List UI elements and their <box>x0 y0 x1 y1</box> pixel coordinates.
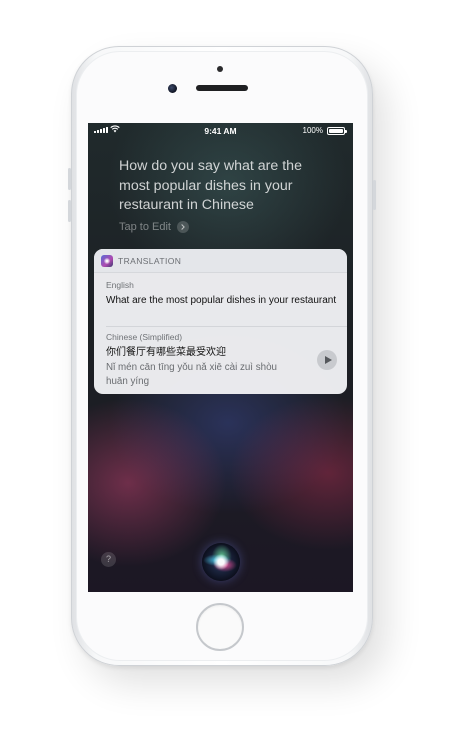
translated-text: 你们餐厅有哪些菜最受欢迎 <box>106 347 226 358</box>
card-header: TRANSLATION <box>94 249 347 273</box>
front-camera <box>168 84 177 93</box>
target-language-label: Chinese (Simplified) <box>106 332 183 342</box>
screen: 9:41 AM 100% How do you say what are the… <box>88 123 353 592</box>
divider <box>106 326 347 327</box>
earpiece-speaker <box>196 85 248 91</box>
source-language-label: English <box>106 280 134 290</box>
pinyin-text: Nǐ mén cān tīng yǒu nǎ xiē cài zuì shòu … <box>106 362 277 387</box>
status-bar: 9:41 AM 100% <box>88 123 353 139</box>
volume-down-button <box>68 200 71 222</box>
help-button[interactable]: ? <box>101 552 116 567</box>
sensor-dot <box>217 66 223 72</box>
home-button[interactable] <box>196 603 244 651</box>
side-button <box>373 180 376 210</box>
play-icon[interactable] <box>317 350 337 370</box>
siri-query-text[interactable]: How do you say what are the most popular… <box>119 157 319 216</box>
siri-orb-icon[interactable] <box>202 543 240 581</box>
chevron-right-icon <box>176 221 189 233</box>
tap-to-edit-link[interactable]: Tap to Edit <box>119 221 189 233</box>
translation-card[interactable]: TRANSLATION English What are the most po… <box>94 249 347 394</box>
tap-to-edit-label: Tap to Edit <box>119 221 171 233</box>
battery-icon <box>327 127 347 135</box>
source-section: English What are the most popular dishes… <box>106 280 338 308</box>
target-section: Chinese (Simplified) 你们餐厅有哪些菜最受欢迎 Nǐ mén… <box>106 332 338 388</box>
translation-app-icon <box>101 254 113 267</box>
battery-percentage: 100% <box>302 126 323 135</box>
source-text: What are the most popular dishes in your… <box>106 295 337 306</box>
card-title: TRANSLATION <box>118 255 182 266</box>
volume-up-button <box>68 168 71 190</box>
